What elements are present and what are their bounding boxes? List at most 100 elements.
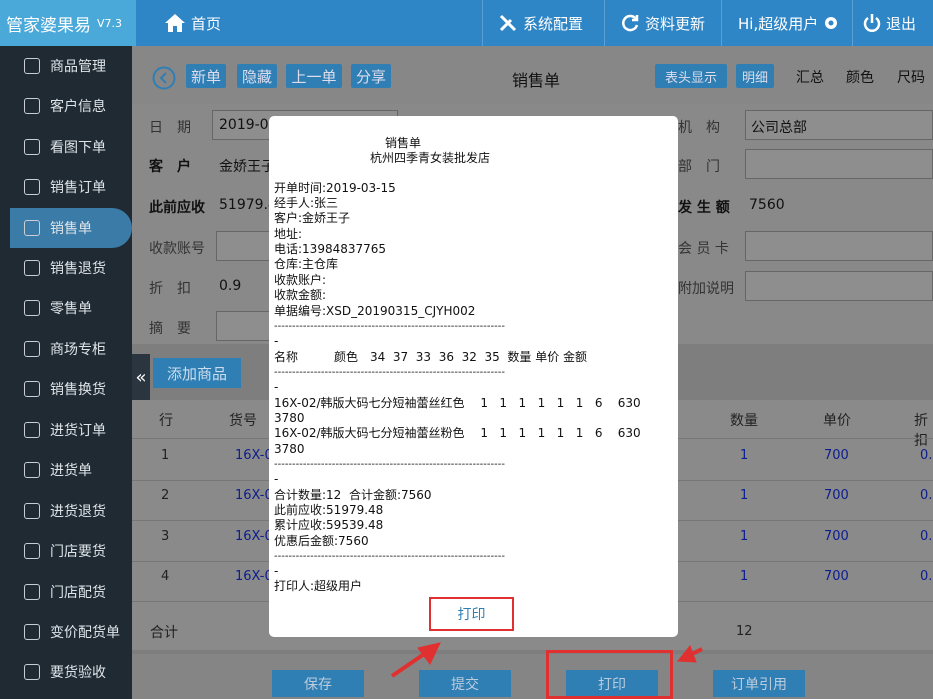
receipt-line: -	[274, 380, 279, 394]
home-icon	[165, 14, 185, 32]
receipt-line: 合计数量:12 合计金额:7560	[274, 488, 432, 502]
row-qty[interactable]: 1	[740, 529, 748, 544]
hide-button[interactable]: 隐藏	[237, 64, 277, 88]
sidebar-item-sales-slip[interactable]: 销售单	[10, 208, 132, 248]
logout-button[interactable]: 退出	[863, 0, 916, 46]
sidebar-item-purchase-order[interactable]: 进货订单	[0, 410, 132, 450]
row-discount[interactable]: 0.9	[920, 569, 933, 584]
refresh-icon	[622, 14, 639, 32]
home-button[interactable]: 首页	[164, 0, 221, 46]
discount-label: 折 扣	[149, 281, 191, 297]
row-number: 4	[161, 569, 170, 584]
store-icon	[24, 543, 40, 559]
sidebar-item-customers[interactable]: 客户信息	[0, 86, 132, 126]
sidebar-item-sales-exchange[interactable]: 销售换货	[0, 369, 132, 409]
dept-field[interactable]	[745, 149, 933, 179]
col-header-price: 单价	[823, 413, 851, 429]
row-price[interactable]: 700	[824, 529, 849, 544]
sidebar-item-label: 商品管理	[50, 59, 106, 75]
sidebar-item-label: 零售单	[50, 301, 92, 317]
sidebar-item-purchase-return[interactable]: 进货退货	[0, 491, 132, 531]
sidebar-item-sales-order[interactable]: 销售订单	[0, 167, 132, 207]
sidebar-item-retail[interactable]: 零售单	[0, 288, 132, 328]
amount-value: 7560	[749, 197, 785, 213]
row-discount[interactable]: 0.9	[920, 488, 933, 503]
customer-value[interactable]: 金娇王子	[219, 156, 275, 176]
tab-color[interactable]: 颜色	[846, 67, 874, 87]
sidebar-item-label: 门店要货	[50, 544, 106, 560]
sidebar-item-label: 要货验收	[50, 665, 106, 681]
sidebar-item-label: 销售退货	[50, 261, 106, 277]
row-discount[interactable]: 0.9	[920, 448, 933, 463]
header-show-button[interactable]: 表头显示	[655, 64, 727, 88]
customer-label: 客 户	[149, 159, 191, 175]
sidebar-item-label: 门店配货	[50, 585, 106, 601]
sidebar-item-store-request[interactable]: 门店要货	[0, 531, 132, 571]
receipt-line: 16X-02/韩版大码七分短袖蕾丝红色 1 1 1 1 1 1 6 630	[274, 396, 641, 410]
row-price[interactable]: 700	[824, 448, 849, 463]
sidebar-item-label: 客户信息	[50, 99, 106, 115]
toolbar: 新单 隐藏 上一单 分享 销售单 表头显示 明细 汇总 颜色 尺码	[132, 46, 933, 104]
document-icon	[24, 503, 40, 519]
amount-label: 发 生 额	[678, 200, 730, 216]
sidebar-item-goods[interactable]: 商品管理	[0, 46, 132, 86]
row-qty[interactable]: 1	[740, 448, 748, 463]
tab-size[interactable]: 尺码	[897, 67, 925, 87]
receipt-line: 客户:金娇王子	[274, 211, 351, 225]
tab-detail[interactable]: 明细	[736, 64, 774, 88]
sidebar: 商品管理 客户信息 看图下单 销售订单 销售单 销售退货 零售单 商场专柜 销售…	[0, 46, 132, 699]
power-icon	[863, 14, 881, 32]
row-qty[interactable]: 1	[740, 488, 748, 503]
receipt-line: 收款账户:	[274, 273, 327, 287]
sidebar-item-price-change[interactable]: 变价配货单	[0, 612, 132, 652]
receipt-line: ----------------------------------------…	[274, 551, 505, 562]
receipt-icon	[24, 300, 40, 316]
row-code[interactable]: 16X-0	[235, 448, 273, 463]
receipt-line: 打印人:超级用户	[274, 579, 363, 593]
collapse-sidebar-button[interactable]: «	[132, 354, 150, 400]
receipt-line: 名称 颜色 34 37 33 36 32 35 数量 单价 金额	[274, 350, 588, 364]
sidebar-item-purchase-slip[interactable]: 进货单	[0, 450, 132, 490]
receipt-line: 电话:13984837765	[274, 242, 387, 256]
tab-summary[interactable]: 汇总	[796, 67, 824, 87]
new-button[interactable]: 新单	[186, 64, 226, 88]
date-label: 日 期	[149, 120, 191, 136]
user-menu[interactable]: Hi,超级用户	[738, 0, 839, 46]
sidebar-item-request-check[interactable]: 要货验收	[0, 652, 132, 692]
member-card-field[interactable]	[745, 231, 933, 261]
system-config-button[interactable]: 系统配置	[498, 0, 583, 46]
save-button[interactable]: 保存	[272, 670, 364, 697]
back-icon[interactable]	[152, 66, 176, 90]
row-code[interactable]: 16X-0	[235, 488, 273, 503]
receipt-line: 单据编号:XSD_20190315_CJYH002	[274, 304, 476, 318]
row-code[interactable]: 16X-0	[235, 569, 273, 584]
add-goods-button[interactable]: 添加商品	[153, 358, 241, 388]
sidebar-item-picture-order[interactable]: 看图下单	[0, 127, 132, 167]
home-label: 首页	[191, 14, 222, 33]
data-update-label: 资料更新	[645, 14, 706, 33]
row-qty[interactable]: 1	[740, 569, 748, 584]
prev-button[interactable]: 上一单	[286, 64, 342, 88]
order-reference-button[interactable]: 订单引用	[713, 670, 805, 697]
sidebar-item-sales-return[interactable]: 销售退货	[0, 248, 132, 288]
receipt-line: -	[274, 564, 279, 578]
share-button[interactable]: 分享	[351, 64, 391, 88]
sidebar-item-label: 销售订单	[50, 180, 106, 196]
dialog-print-button[interactable]: 打印	[429, 597, 514, 631]
price-icon	[24, 624, 40, 640]
gear-icon	[825, 17, 838, 29]
memo-label: 摘 要	[149, 321, 191, 337]
row-price[interactable]: 700	[824, 488, 849, 503]
row-code[interactable]: 16X-0	[235, 529, 273, 544]
receipt-line: 销售单	[385, 136, 422, 150]
sidebar-item-mall-counter[interactable]: 商场专柜	[0, 329, 132, 369]
discount-value[interactable]: 0.9	[219, 278, 241, 294]
data-update-button[interactable]: 资料更新	[620, 0, 705, 46]
return-icon	[24, 260, 40, 276]
row-price[interactable]: 700	[824, 569, 849, 584]
extra-note-field[interactable]	[745, 271, 933, 301]
submit-button[interactable]: 提交	[419, 670, 511, 697]
sidebar-item-store-distribution[interactable]: 门店配货	[0, 572, 132, 612]
row-discount[interactable]: 0.9	[920, 529, 933, 544]
order-icon	[24, 179, 40, 195]
